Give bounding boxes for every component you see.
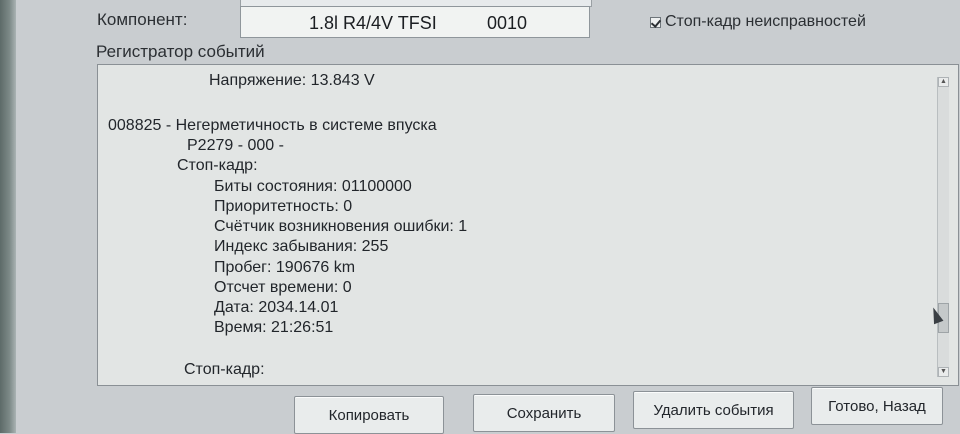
done-back-button[interactable]: Готово, Назад: [811, 387, 943, 425]
log-line: Приоритетность: 0: [214, 198, 353, 215]
log-line: Время: 21:26:51: [214, 319, 334, 336]
log-line: Счётчик возникновения ошибки: 1: [214, 218, 468, 235]
copy-button[interactable]: Копировать: [294, 396, 444, 434]
log-line: Биты состояния: 01100000: [214, 178, 412, 195]
log-line: Напряжение: 13.843 V: [209, 72, 375, 89]
event-log-textarea[interactable]: Напряжение: 13.843 V 008825 - Негерметич…: [97, 64, 959, 386]
log-line: Индекс забывания: 255: [214, 238, 389, 255]
scroll-up-arrow-icon[interactable]: ▲: [938, 77, 949, 87]
log-scrollbar[interactable]: ▲ ▼: [937, 77, 949, 377]
component-field: 1.8l R4/4V TFSI 0010: [240, 6, 590, 38]
component-code: 0010: [487, 13, 528, 33]
log-line: P2279 - 000 -: [187, 137, 284, 154]
save-button[interactable]: Сохранить: [473, 394, 615, 432]
log-line: Отсчет времени: 0: [214, 279, 352, 296]
component-label: Компонент:: [97, 10, 188, 29]
delete-events-button[interactable]: Удалить события: [633, 391, 794, 429]
component-name: 1.8l R4/4V TFSI: [309, 13, 437, 33]
event-log-label: Регистратор событий: [96, 42, 265, 61]
checkbox-checked-icon[interactable]: [650, 16, 661, 28]
log-line: Дата: 2034.14.01: [214, 299, 339, 316]
freeze-frame-label: Стоп-кадр неисправностей: [665, 13, 866, 30]
log-line: Стоп-кадр:: [184, 361, 265, 378]
log-line: 008825 - Негерметичность в системе впуск…: [108, 117, 437, 134]
log-line: Пробег: 190676 km: [214, 259, 356, 276]
scroll-down-arrow-icon[interactable]: ▼: [938, 367, 949, 377]
freeze-frame-checkbox[interactable]: Стоп-кадр неисправностей: [650, 13, 866, 31]
monitor-bezel: [0, 0, 16, 433]
log-line: Стоп-кадр:: [177, 157, 258, 174]
